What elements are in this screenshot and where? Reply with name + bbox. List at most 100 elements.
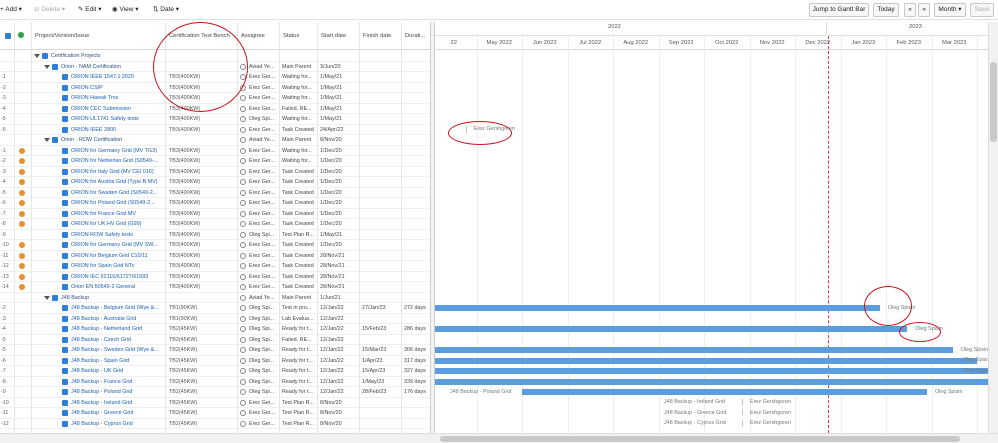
finish-date-cell[interactable] [362,167,400,177]
task-row[interactable]: -12 ORION for Spain Grid NTs TB3(400KW) Ere… [0,261,431,272]
duration-cell[interactable] [404,240,431,250]
start-date-cell[interactable]: 1/May/21 [320,72,358,82]
duration-cell[interactable]: 272 days [404,303,431,313]
assignee-cell[interactable]: Aviad Ye... [249,293,278,303]
start-date-cell[interactable]: 28/Nov/21 [320,272,358,282]
bench-cell[interactable]: TB2(45KW) [169,377,235,387]
task-row[interactable]: -5 ORION for Sweden Grid (S0549-2... TB3(4… [0,188,431,198]
assignee-cell[interactable]: Oleg Spi... [249,303,278,313]
task-row[interactable]: -7 J48 Backup - UK Grid TB2(45KW) Oleg Spi.… [0,366,431,377]
finish-date-cell[interactable] [362,156,400,166]
status-cell[interactable]: Test Plan R... [282,398,316,408]
duration-cell[interactable] [404,314,431,324]
status-cell[interactable]: Main Parent [282,62,316,72]
task-row[interactable]: -11 J48 Backup - Greece Grid TB2(45KW) Erez… [0,408,431,419]
row-name[interactable]: J48 Backup - Sweden Grid (Wye &... [71,345,164,355]
status-cell[interactable]: Task Created [282,282,316,292]
start-date-cell[interactable]: 12/Jan/22 [320,335,358,345]
row-name[interactable]: ORION IEC 62116/61727/61683 [71,272,164,282]
start-date-cell[interactable]: 1/Dec/20 [320,209,358,219]
finish-date-cell[interactable] [362,261,400,271]
column-header-duration[interactable]: Durati... [402,22,431,50]
finish-date-cell[interactable]: 15/Apr/23 [362,366,400,376]
gantt-marker[interactable] [742,398,743,406]
start-date-cell[interactable]: 1/Dec/20 [320,198,358,208]
duration-cell[interactable] [404,135,431,145]
assignee-cell[interactable]: Oleg Spi... [249,387,278,397]
bench-cell[interactable]: TB2(45KW) [169,366,235,376]
start-date-cell[interactable]: 8/Nov/20 [320,419,358,429]
bench-cell[interactable]: TB3(400KW) [169,146,235,156]
duration-cell[interactable] [404,335,431,345]
finish-date-cell[interactable] [362,335,400,345]
task-row[interactable]: -11 ORION for Belgium Grid C10/11 TB3(400K… [0,251,431,261]
row-name[interactable]: J48 Backup - France Grid [71,377,164,387]
duration-cell[interactable] [404,251,431,261]
status-cell[interactable]: Ready for t... [282,366,316,376]
assignee-cell[interactable]: Erez Ger... [249,240,278,250]
assignee-cell[interactable]: Erez Ger... [249,272,278,282]
task-row[interactable]: -4 ORION for Austria Grid (Type B MV) TB3(… [0,177,431,188]
duration-cell[interactable] [404,156,431,166]
task-row[interactable]: -3 ORION for Italy Grid (MV CEI 016) TB3(4… [0,167,431,177]
start-date-cell[interactable]: 12/Jan/22 [320,366,358,376]
start-date-cell[interactable]: 1/Dec/20 [320,188,358,198]
finish-date-cell[interactable]: 15/Feb/23 [362,324,400,334]
status-cell[interactable]: Test Plan R... [282,408,316,418]
duration-cell[interactable] [404,93,431,103]
status-cell[interactable]: Failed, RE... [282,104,316,114]
finish-date-cell[interactable] [362,146,400,156]
finish-date-cell[interactable] [362,282,400,292]
finish-date-cell[interactable] [362,72,400,82]
task-row[interactable]: -13 ORION IEC 62116/61727/61683 TB3(400KW)… [0,272,431,282]
bench-cell[interactable]: TB3(400KW) [169,198,235,208]
duration-cell[interactable] [404,177,431,187]
row-name[interactable]: ORION for Netherlan Grid (S0549-... [71,156,164,166]
assignee-cell[interactable]: Erez Ger... [249,251,278,261]
task-row[interactable]: -6 J48 Backup - Spain Grid TB2(45KW) Oleg S… [0,356,431,366]
view-button[interactable]: ◉ View ▾ [112,4,139,16]
edit-button[interactable]: ✎ Edit ▾ [78,4,102,16]
finish-date-cell[interactable] [362,419,400,429]
finish-date-cell[interactable] [362,135,400,145]
start-date-cell[interactable] [320,51,358,61]
task-row[interactable]: -9 J48 Backup - Poland Grid TB2(45KW) Oleg … [0,387,431,398]
status-cell[interactable]: Waiting for... [282,72,316,82]
bench-cell[interactable]: TB2(45KW) [169,387,235,397]
row-name[interactable]: J48 Backup - Czech Grid [71,335,164,345]
bench-cell[interactable] [169,135,235,145]
today-button[interactable]: Today [873,3,899,17]
duration-cell[interactable]: 176 days [404,387,431,397]
bench-cell[interactable]: TB3(400KW) [169,261,235,271]
date-button[interactable]: ⇅ Date ▾ [153,4,179,16]
start-date-cell[interactable]: 28/Nov/21 [320,261,358,271]
assignee-cell[interactable]: Oleg Spi... [249,335,278,345]
bench-cell[interactable]: TB3(400KW) [169,209,235,219]
bench-cell[interactable]: TB3(400KW) [169,272,235,282]
horizontal-scrollbar[interactable] [0,433,998,443]
status-cell[interactable]: Task Created [282,219,316,229]
start-date-cell[interactable]: 1/May/21 [320,93,358,103]
start-date-cell[interactable]: 28/Nov/21 [320,251,358,261]
status-cell[interactable]: Test in pro... [282,303,316,313]
vertical-scroll-thumb[interactable] [990,62,997,142]
assignee-cell[interactable]: Aviad Ye... [249,62,278,72]
bench-cell[interactable]: TB3(400KW) [169,240,235,250]
bench-cell[interactable]: TB3(400KW) [169,282,235,292]
row-name[interactable]: J48 Backup - Spain Grid [71,356,164,366]
row-name[interactable]: ORION for Spain Grid NTs [71,261,164,271]
start-date-cell[interactable]: 1/May/21 [320,230,358,240]
status-cell[interactable]: Task Created [282,177,316,187]
task-row[interactable]: -6 ORION IEEE 2800 TB3(400KW) Erez Ger... Ta… [0,125,431,135]
start-date-cell[interactable]: 12/Jan/22 [320,324,358,334]
bench-cell[interactable]: TB3(400KW) [169,219,235,229]
status-cell[interactable]: Task Created [282,125,316,135]
duration-cell[interactable] [404,272,431,282]
assignee-cell[interactable]: Oleg Spi... [249,314,278,324]
status-cell[interactable]: Task Created [282,198,316,208]
duration-cell[interactable] [404,282,431,292]
row-name[interactable]: ORION IEEE 2800 [71,125,164,135]
status-cell[interactable]: Main Parent [282,293,316,303]
task-row[interactable]: -5 ORION UL1741 Safety tests TB3(400KW) Ole… [0,114,431,125]
row-name[interactable]: ORION Hawaii Trox [71,93,164,103]
